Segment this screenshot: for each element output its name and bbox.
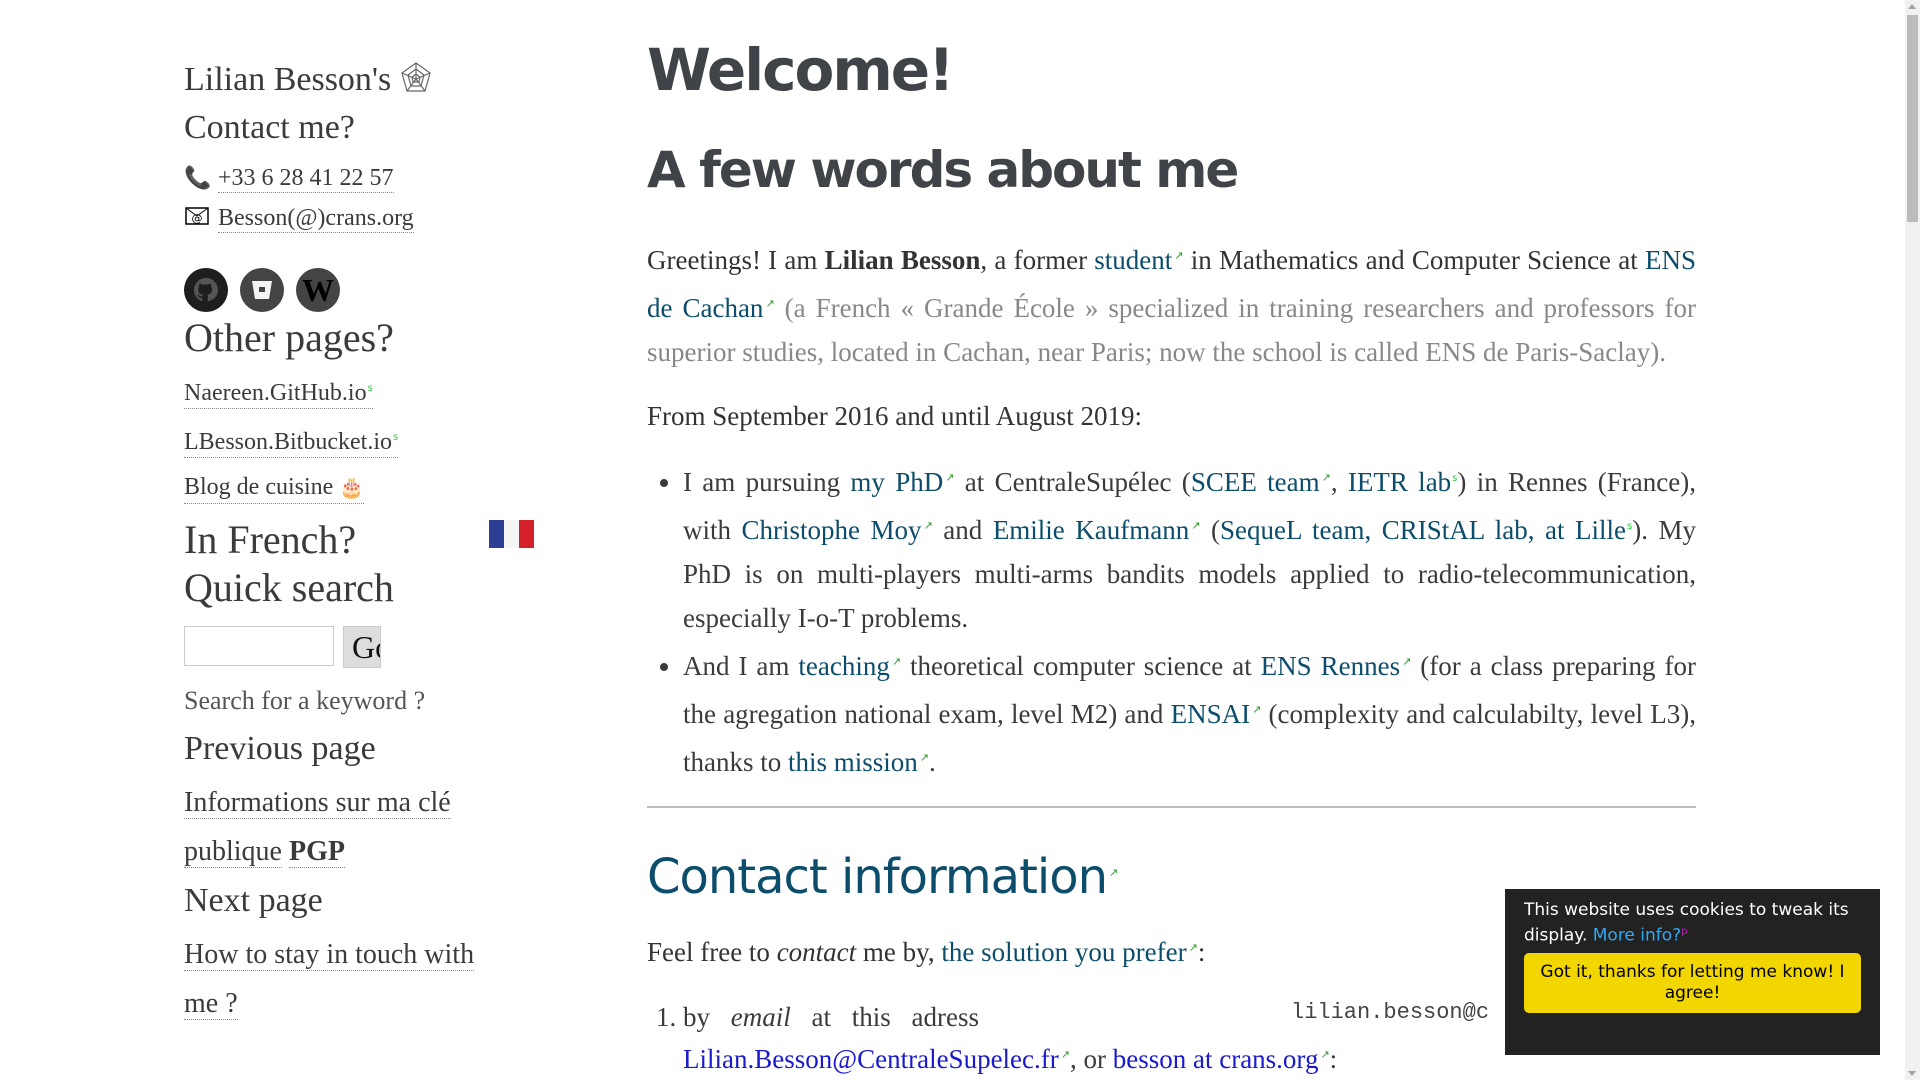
cookie-accept-button[interactable]: Got it, thanks for letting me know! I ag…: [1524, 952, 1861, 1013]
scrollbar[interactable]: [1905, 0, 1920, 1080]
bitbucket-icon[interactable]: [240, 268, 284, 312]
search-hint: Search for a keyword ?: [184, 686, 426, 715]
other-pages-heading: Other pages?: [184, 315, 394, 360]
kaufmann-link[interactable]: Emilie Kaufmann: [993, 515, 1189, 545]
search-heading: Quick search: [184, 565, 394, 610]
ens-rennes-link[interactable]: ENS Rennes: [1261, 651, 1400, 681]
cookie-banner: This website uses cookies to tweak its d…: [1505, 889, 1880, 1055]
student-link[interactable]: student: [1094, 245, 1172, 275]
cookie-message: This website uses cookies to tweak its d…: [1524, 900, 1849, 946]
teaching-link[interactable]: teaching: [798, 651, 889, 681]
french-flag-icon[interactable]: [489, 520, 534, 548]
scroll-down-arrow-icon[interactable]: [1908, 1071, 1916, 1076]
scee-link[interactable]: SCEE team: [1191, 467, 1320, 497]
page-link-blog-cuisine[interactable]: Blog de cuisine 🎂: [184, 472, 365, 504]
crans-email-link[interactable]: besson at crans.org: [1113, 1044, 1319, 1074]
cake-icon: 🎂: [339, 477, 365, 499]
github-icon[interactable]: [184, 268, 228, 312]
spiderweb-icon: [399, 61, 433, 100]
list-item: I am pursuing my PhD↗ at CentraleSupélec…: [683, 456, 1696, 640]
cookie-more-info-link[interactable]: More info?: [1593, 926, 1681, 946]
phd-link[interactable]: my PhD: [850, 467, 943, 497]
next-page-heading: Next page: [184, 882, 323, 919]
social-links: W: [184, 268, 564, 312]
ensai-link[interactable]: ENSAI: [1171, 699, 1251, 729]
scrollbar-thumb[interactable]: [1907, 15, 1918, 222]
phone-link[interactable]: +33 6 28 41 22 57: [218, 164, 394, 193]
page-link-github[interactable]: Naereen.GitHub.ios: [184, 374, 373, 409]
mission-link[interactable]: this mission: [788, 747, 918, 777]
list-item: And I am teaching↗ theoretical computer …: [683, 640, 1696, 784]
search-go-button[interactable]: Go: [343, 626, 381, 668]
activities-list: I am pursuing my PhD↗ at CentraleSupélec…: [647, 456, 1696, 784]
scroll-up-arrow-icon[interactable]: [1908, 4, 1916, 9]
next-page-link[interactable]: How to stay in touch with me ?: [184, 939, 475, 1020]
phone-icon: 📞: [184, 165, 212, 190]
previous-page-link[interactable]: Informations sur ma clé publique PGP: [184, 787, 451, 868]
period-text: From September 2016 and until August 201…: [647, 401, 1142, 431]
section-divider: [647, 806, 1696, 808]
previous-page-heading: Previous page: [184, 730, 376, 767]
moy-link[interactable]: Christophe Moy: [742, 515, 922, 545]
envelope-at-icon: @: [184, 198, 210, 238]
email-monospace: lilian.besson@c: [1291, 1000, 1490, 1025]
email-link[interactable]: Besson(@)crans.org: [218, 204, 414, 233]
centralesupelec-email-link[interactable]: Lilian.Besson@CentraleSupelec.fr: [683, 1044, 1059, 1074]
svg-text:@: @: [192, 212, 203, 225]
about-heading: A few words about me: [647, 141, 1239, 199]
search-form: Go: [184, 626, 564, 668]
site-title[interactable]: Lilian Besson's: [184, 56, 391, 104]
intro-paragraph: Greetings! I am Lilian Besson, a former …: [647, 245, 1697, 367]
page-title: Welcome!: [647, 36, 955, 104]
page-link-bitbucket[interactable]: LBesson.Bitbucket.ios: [184, 423, 399, 458]
wikipedia-icon[interactable]: W: [296, 268, 340, 312]
contact-heading: Contact me?: [184, 109, 355, 146]
search-input[interactable]: [184, 626, 334, 666]
ietr-link[interactable]: IETR lab: [1348, 467, 1451, 497]
solution-link[interactable]: the solution you prefer: [941, 937, 1186, 967]
sequel-link[interactable]: SequeL team, CRIStAL lab, at Lille: [1220, 515, 1626, 545]
